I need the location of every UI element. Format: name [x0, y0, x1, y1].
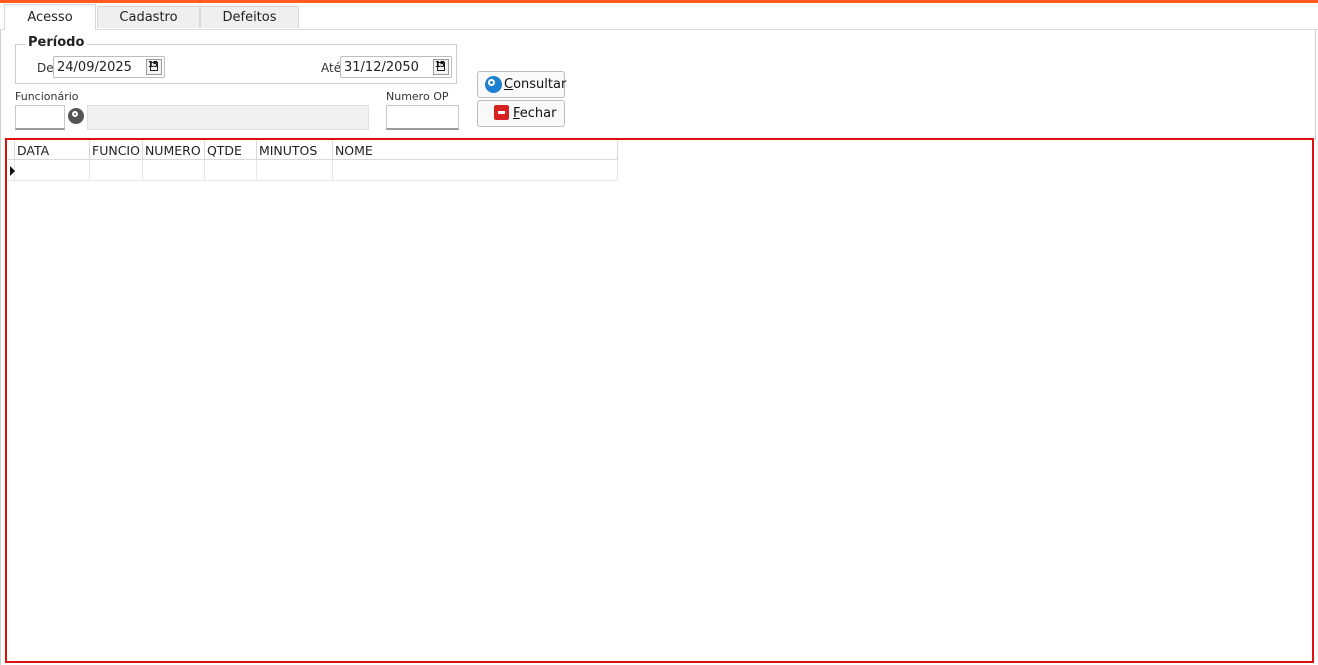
consultar-button[interactable]: Consultar — [477, 71, 567, 98]
funcionario-name-field — [87, 105, 369, 130]
de-date-field[interactable]: 24/09/2025 15 — [53, 56, 165, 78]
results-grid-frame — [5, 138, 1314, 663]
ate-date-value: 31/12/2050 — [344, 60, 419, 75]
fechar-label: Fechar — [513, 106, 557, 121]
column-header-numero[interactable]: NUMERO — [142, 141, 205, 160]
funcionario-label: Funcionário — [15, 90, 79, 103]
calendar-icon[interactable]: 15 — [146, 59, 162, 75]
numero-op-input[interactable] — [386, 105, 459, 130]
exit-icon — [494, 105, 509, 120]
row-indicator — [8, 159, 15, 181]
tab-acesso[interactable]: Acesso — [4, 4, 96, 30]
calendar-icon[interactable]: 15 — [433, 59, 449, 75]
tab-cadastro[interactable]: Cadastro — [97, 6, 200, 28]
de-label: De — [37, 61, 54, 75]
grid-header-row: DATA FUNCIO NUMERO QTDE MINUTOS NOME — [8, 141, 618, 160]
table-row[interactable] — [8, 159, 618, 181]
consultar-label: Consultar — [504, 77, 567, 92]
magnifier-icon — [485, 76, 502, 93]
table-cell[interactable] — [332, 159, 618, 181]
tab-defeitos[interactable]: Defeitos — [200, 6, 299, 28]
periodo-title: Período — [25, 35, 88, 50]
column-header-data[interactable]: DATA — [14, 141, 90, 160]
tab-bar: Acesso Cadastro Defeitos — [0, 3, 1318, 30]
table-cell[interactable] — [142, 159, 205, 181]
column-header-funcio[interactable]: FUNCIO — [89, 141, 143, 160]
search-icon[interactable] — [68, 108, 84, 124]
ate-date-field[interactable]: 31/12/2050 15 — [340, 56, 452, 78]
fechar-button[interactable]: Fechar — [477, 100, 565, 127]
table-cell[interactable] — [204, 159, 257, 181]
column-header-qtde[interactable]: QTDE — [204, 141, 257, 160]
current-row-arrow-icon — [10, 166, 15, 176]
de-date-value: 24/09/2025 — [57, 60, 132, 75]
ate-label: Até — [321, 61, 342, 75]
funcionario-code-input[interactable] — [15, 105, 65, 130]
table-cell[interactable] — [89, 159, 143, 181]
numero-op-label: Numero OP — [386, 90, 449, 103]
results-grid[interactable]: DATA FUNCIO NUMERO QTDE MINUTOS NOME — [8, 141, 618, 181]
table-cell[interactable] — [256, 159, 333, 181]
table-cell[interactable] — [14, 159, 90, 181]
column-header-nome[interactable]: NOME — [332, 141, 618, 160]
column-header-minutos[interactable]: MINUTOS — [256, 141, 333, 160]
